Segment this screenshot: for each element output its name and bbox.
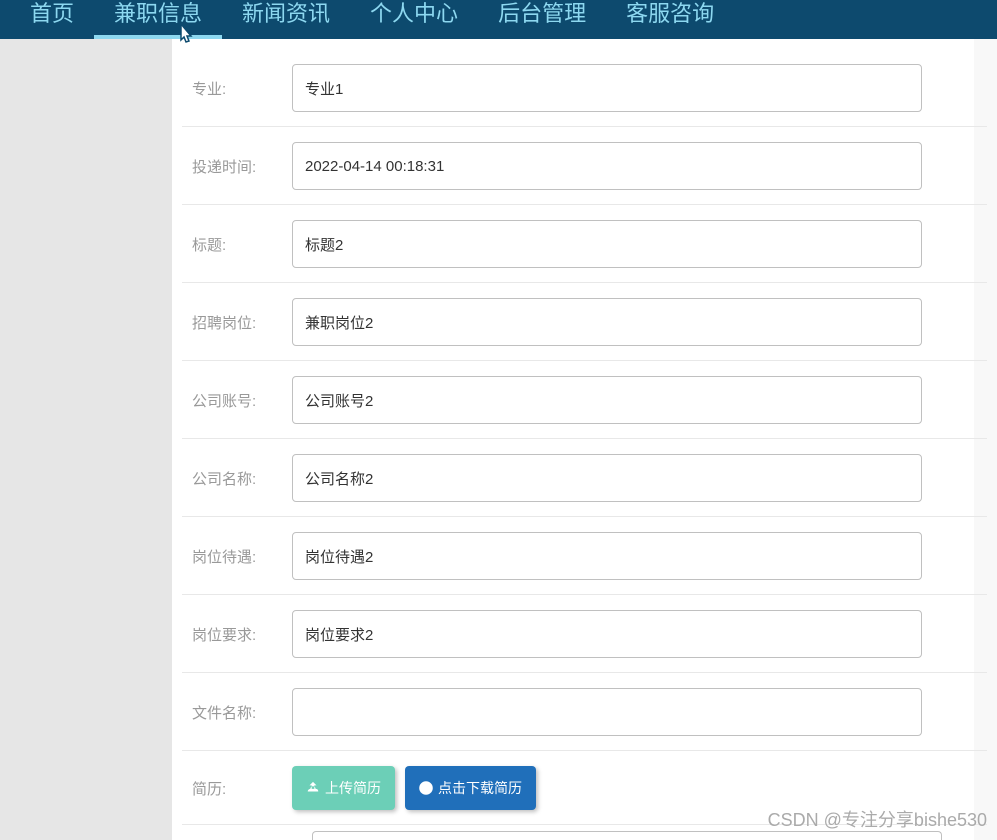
- form-row-position: 招聘岗位:: [182, 283, 987, 361]
- form-row-requirement: 岗位要求:: [182, 595, 987, 673]
- download-button-label: 点击下载简历: [438, 778, 522, 798]
- input-position[interactable]: [292, 298, 922, 346]
- form-row-title: 标题:: [182, 205, 987, 283]
- left-sidebar: [0, 39, 172, 840]
- label-position: 招聘岗位:: [192, 312, 292, 333]
- form-row-submit-time: 投递时间:: [182, 127, 987, 205]
- label-resume: 简历:: [192, 778, 292, 799]
- input-company-name[interactable]: [292, 454, 922, 502]
- form-row-file-name: 文件名称:: [182, 673, 987, 751]
- upload-button-label: 上传简历: [325, 778, 381, 798]
- nav-parttime-info[interactable]: 兼职信息: [94, 0, 222, 39]
- download-resume-button[interactable]: 点击下载简历: [405, 766, 536, 810]
- nav-customer-service[interactable]: 客服咨询: [606, 0, 734, 39]
- nav-admin[interactable]: 后台管理: [478, 0, 606, 39]
- form-row-company-name: 公司名称:: [182, 439, 987, 517]
- input-title[interactable]: [292, 220, 922, 268]
- label-title: 标题:: [192, 234, 292, 255]
- upload-resume-button[interactable]: 上传简历: [292, 766, 395, 810]
- label-submit-time: 投递时间:: [192, 156, 292, 177]
- label-company-name: 公司名称:: [192, 468, 292, 489]
- input-salary[interactable]: [292, 532, 922, 580]
- input-submit-time[interactable]: [292, 142, 922, 190]
- form-section: 专业: 投递时间: 标题: 招聘岗位: 公司账号: 公司名称: 岗位待遇:: [172, 39, 997, 825]
- nav-home[interactable]: 首页: [10, 0, 94, 39]
- partial-input-bottom: [312, 831, 942, 840]
- resume-button-group: 上传简历 点击下载简历: [292, 766, 536, 810]
- label-file-name: 文件名称:: [192, 702, 292, 723]
- form-row-company-account: 公司账号:: [182, 361, 987, 439]
- form-row-major: 专业:: [182, 39, 987, 127]
- nav-news[interactable]: 新闻资讯: [222, 0, 350, 39]
- label-salary: 岗位待遇:: [192, 546, 292, 567]
- input-file-name[interactable]: [292, 688, 922, 736]
- input-requirement[interactable]: [292, 610, 922, 658]
- main-content: 专业: 投递时间: 标题: 招聘岗位: 公司账号: 公司名称: 岗位待遇:: [172, 39, 997, 840]
- nav-personal-center[interactable]: 个人中心: [350, 0, 478, 39]
- watermark-text: CSDN @专注分享bishe530: [768, 806, 987, 832]
- upload-icon: [306, 781, 320, 795]
- label-company-account: 公司账号:: [192, 390, 292, 411]
- label-major: 专业:: [192, 78, 292, 99]
- input-major[interactable]: [292, 64, 922, 112]
- input-company-account[interactable]: [292, 376, 922, 424]
- main-navigation: 首页 兼职信息 新闻资讯 个人中心 后台管理 客服咨询: [0, 0, 997, 39]
- form-row-salary: 岗位待遇:: [182, 517, 987, 595]
- label-requirement: 岗位要求:: [192, 624, 292, 645]
- download-icon: [419, 781, 433, 795]
